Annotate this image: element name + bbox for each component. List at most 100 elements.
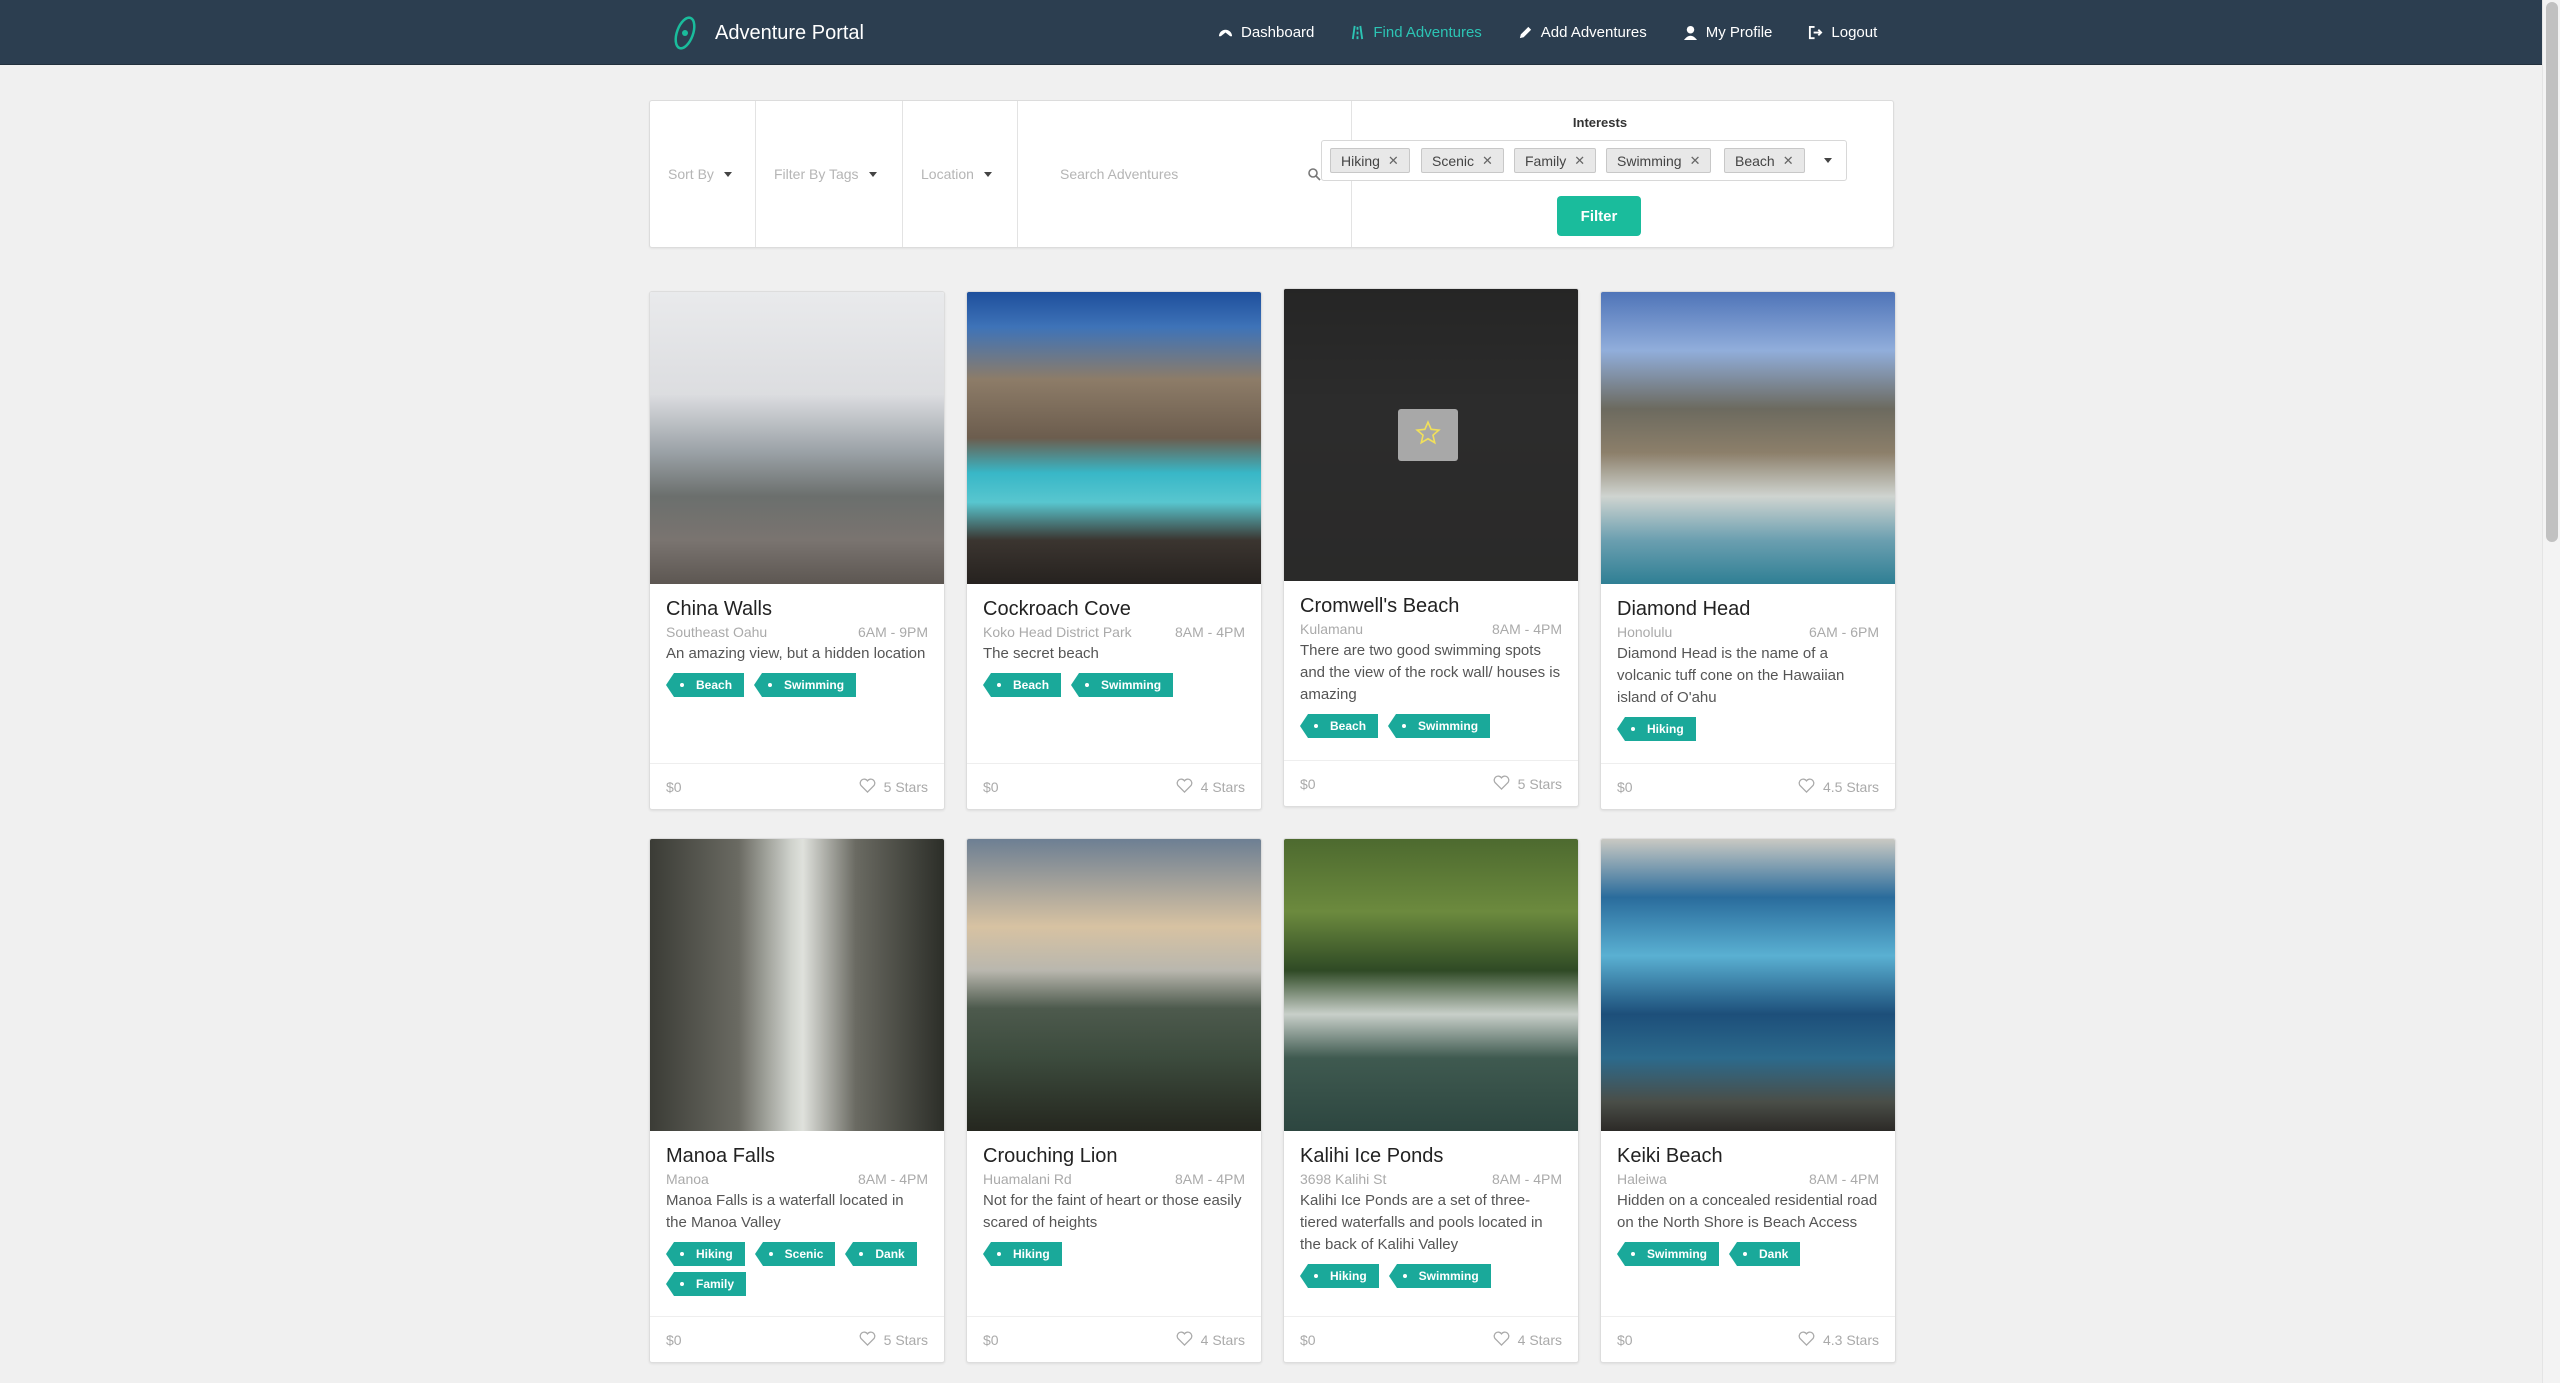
interests-multiselect[interactable]: Hiking ✕ Scenic ✕ Family ✕ Swimming ✕ Beach ✕ bbox=[1321, 140, 1847, 181]
interest-chip: Swimming ✕ bbox=[1606, 148, 1712, 173]
tag-list: Swimming Dank bbox=[1616, 1242, 1879, 1266]
adventure-card[interactable]: Cockroach Cove Koko Head District Park 8AM… bbox=[966, 291, 1262, 810]
tag-list: Beach Swimming bbox=[665, 673, 928, 697]
adventure-card[interactable]: Crouching Lion Huamalani Rd 8AM - 4PM Not f… bbox=[966, 838, 1262, 1363]
interest-chip-label: Swimming bbox=[1617, 152, 1682, 169]
tag-dank[interactable]: Dank bbox=[845, 1242, 917, 1266]
card-footer: $0 5 Stars bbox=[1284, 760, 1578, 806]
adventure-title[interactable]: Crouching Lion bbox=[983, 1143, 1245, 1169]
sort-by-dropdown[interactable]: Sort By bbox=[650, 101, 756, 247]
search-input[interactable]: Search Adventures bbox=[1018, 101, 1352, 247]
rating[interactable]: 5 Stars bbox=[1493, 775, 1562, 793]
remove-icon[interactable]: ✕ bbox=[1574, 153, 1585, 169]
adventure-title[interactable]: China Walls bbox=[666, 596, 928, 622]
interest-chip: Hiking ✕ bbox=[1330, 148, 1410, 173]
adventure-card[interactable]: Cromwell's Beach Kulamanu 8AM - 4PM There a… bbox=[1283, 288, 1579, 807]
adventure-meta: Koko Head District Park 8AM - 4PM bbox=[983, 623, 1245, 641]
rating[interactable]: 4.3 Stars bbox=[1798, 1331, 1879, 1349]
location-dropdown[interactable]: Location bbox=[903, 101, 1018, 247]
remove-icon[interactable]: ✕ bbox=[1783, 153, 1794, 169]
card-footer: $0 4.3 Stars bbox=[1601, 1316, 1895, 1362]
adventure-card[interactable]: Diamond Head Honolulu 6AM - 6PM Diamond Hea… bbox=[1600, 291, 1896, 810]
search-placeholder: Search Adventures bbox=[1060, 166, 1179, 182]
adventure-photo[interactable] bbox=[967, 839, 1261, 1131]
tag-beach[interactable]: Beach bbox=[982, 673, 1062, 697]
adventure-title[interactable]: Manoa Falls bbox=[666, 1143, 928, 1169]
tag-scenic[interactable]: Scenic bbox=[754, 1242, 836, 1266]
caret-down-icon bbox=[723, 171, 732, 177]
tag-hiking[interactable]: Hiking bbox=[983, 1242, 1062, 1266]
rating[interactable]: 4 Stars bbox=[1493, 1331, 1562, 1349]
brand-name: Adventure Portal bbox=[715, 21, 864, 44]
card-body: Kalihi Ice Ponds 3698 Kalihi St 8AM - 4PM K… bbox=[1284, 1131, 1578, 1288]
adventure-photo[interactable] bbox=[650, 839, 944, 1131]
adventure-photo[interactable] bbox=[1284, 289, 1578, 581]
adventure-hours: 6AM - 9PM bbox=[857, 624, 928, 640]
adventure-title[interactable]: Cromwell's Beach bbox=[1300, 593, 1562, 619]
rating[interactable]: 5 Stars bbox=[859, 778, 928, 796]
tag-swimming[interactable]: Swimming bbox=[1388, 1264, 1491, 1288]
remove-icon[interactable]: ✕ bbox=[1482, 153, 1493, 169]
adventure-price: $0 bbox=[1617, 1331, 1633, 1348]
nav-my-profile[interactable]: My Profile bbox=[1665, 0, 1791, 65]
nav-find-adventures[interactable]: Find Adventures bbox=[1332, 0, 1499, 65]
filter-button[interactable]: Filter bbox=[1557, 196, 1641, 236]
nav-logout[interactable]: Logout bbox=[1790, 0, 1895, 65]
card-body: Cockroach Cove Koko Head District Park 8AM… bbox=[967, 584, 1261, 697]
tag-swimming[interactable]: Swimming bbox=[1616, 1242, 1720, 1266]
heart-icon bbox=[1176, 778, 1193, 796]
adventure-card[interactable]: Manoa Falls Manoa 8AM - 4PM Manoa Falls is … bbox=[649, 838, 945, 1363]
caret-down-icon bbox=[983, 171, 992, 177]
adventure-hours: 8AM - 4PM bbox=[1808, 1171, 1879, 1187]
remove-icon[interactable]: ✕ bbox=[1388, 153, 1399, 169]
tag-swimming[interactable]: Swimming bbox=[1071, 673, 1174, 697]
tag-hiking[interactable]: Hiking bbox=[666, 1242, 745, 1266]
nav-add-adventures[interactable]: Add Adventures bbox=[1500, 0, 1665, 65]
brand[interactable]: Adventure Portal bbox=[667, 14, 864, 52]
tag-hiking[interactable]: Hiking bbox=[1300, 1264, 1379, 1288]
adventure-title[interactable]: Diamond Head bbox=[1617, 596, 1879, 622]
heart-icon bbox=[1493, 775, 1510, 793]
search-icon[interactable] bbox=[1307, 167, 1321, 181]
adventure-description: Not for the faint of heart or those easi… bbox=[983, 1192, 1242, 1231]
adventure-photo[interactable] bbox=[967, 292, 1261, 584]
tag-beach[interactable]: Beach bbox=[665, 673, 745, 697]
rating[interactable]: 4.5 Stars bbox=[1798, 778, 1879, 796]
tag-family[interactable]: Family bbox=[665, 1272, 747, 1296]
rating-text: 5 Stars bbox=[1517, 775, 1562, 792]
adventure-card[interactable]: China Walls Southeast Oahu 6AM - 9PM An ama… bbox=[649, 291, 945, 810]
tag-list: Hiking bbox=[1617, 717, 1879, 741]
adventure-card[interactable]: Keiki Beach Haleiwa 8AM - 4PM Hidden on a c… bbox=[1600, 838, 1896, 1363]
adventure-title[interactable]: Kalihi Ice Ponds bbox=[1300, 1143, 1562, 1169]
remove-icon[interactable]: ✕ bbox=[1690, 153, 1701, 169]
favorite-button[interactable] bbox=[1398, 409, 1458, 461]
rating[interactable]: 5 Stars bbox=[859, 1331, 928, 1349]
nav-find-adventures-label: Find Adventures bbox=[1373, 24, 1482, 41]
adventure-price: $0 bbox=[666, 1331, 682, 1348]
tag-hiking[interactable]: Hiking bbox=[1617, 717, 1696, 741]
nav-logout-label: Logout bbox=[1831, 24, 1878, 41]
rating[interactable]: 4 Stars bbox=[1176, 1331, 1245, 1349]
adventure-photo[interactable] bbox=[650, 292, 944, 584]
dashboard-icon bbox=[1218, 29, 1233, 37]
adventure-photo[interactable] bbox=[1601, 839, 1895, 1131]
nav-dashboard[interactable]: Dashboard bbox=[1200, 0, 1332, 65]
tag-swimming[interactable]: Swimming bbox=[754, 673, 857, 697]
adventure-card[interactable]: Kalihi Ice Ponds 3698 Kalihi St 8AM - 4PM K… bbox=[1283, 838, 1579, 1363]
tag-dank[interactable]: Dank bbox=[1728, 1242, 1801, 1266]
adventure-title[interactable]: Keiki Beach bbox=[1617, 1143, 1879, 1169]
filter-by-tags-dropdown[interactable]: Filter By Tags bbox=[756, 101, 903, 247]
page-scrollbar[interactable] bbox=[2542, 0, 2560, 1383]
card-body: Crouching Lion Huamalani Rd 8AM - 4PM Not f… bbox=[967, 1131, 1261, 1266]
rating[interactable]: 4 Stars bbox=[1176, 778, 1245, 796]
caret-down-icon[interactable] bbox=[1824, 158, 1832, 163]
heart-icon bbox=[1493, 1331, 1510, 1349]
tag-beach[interactable]: Beach bbox=[1299, 714, 1379, 738]
adventure-photo[interactable] bbox=[1284, 839, 1578, 1131]
rating-text: 4.3 Stars bbox=[1822, 1331, 1879, 1348]
scrollbar-thumb[interactable] bbox=[2546, 2, 2558, 542]
tag-swimming[interactable]: Swimming bbox=[1388, 714, 1491, 738]
adventure-photo[interactable] bbox=[1601, 292, 1895, 584]
adventure-location: Southeast Oahu bbox=[666, 624, 768, 640]
adventure-title[interactable]: Cockroach Cove bbox=[983, 596, 1245, 622]
